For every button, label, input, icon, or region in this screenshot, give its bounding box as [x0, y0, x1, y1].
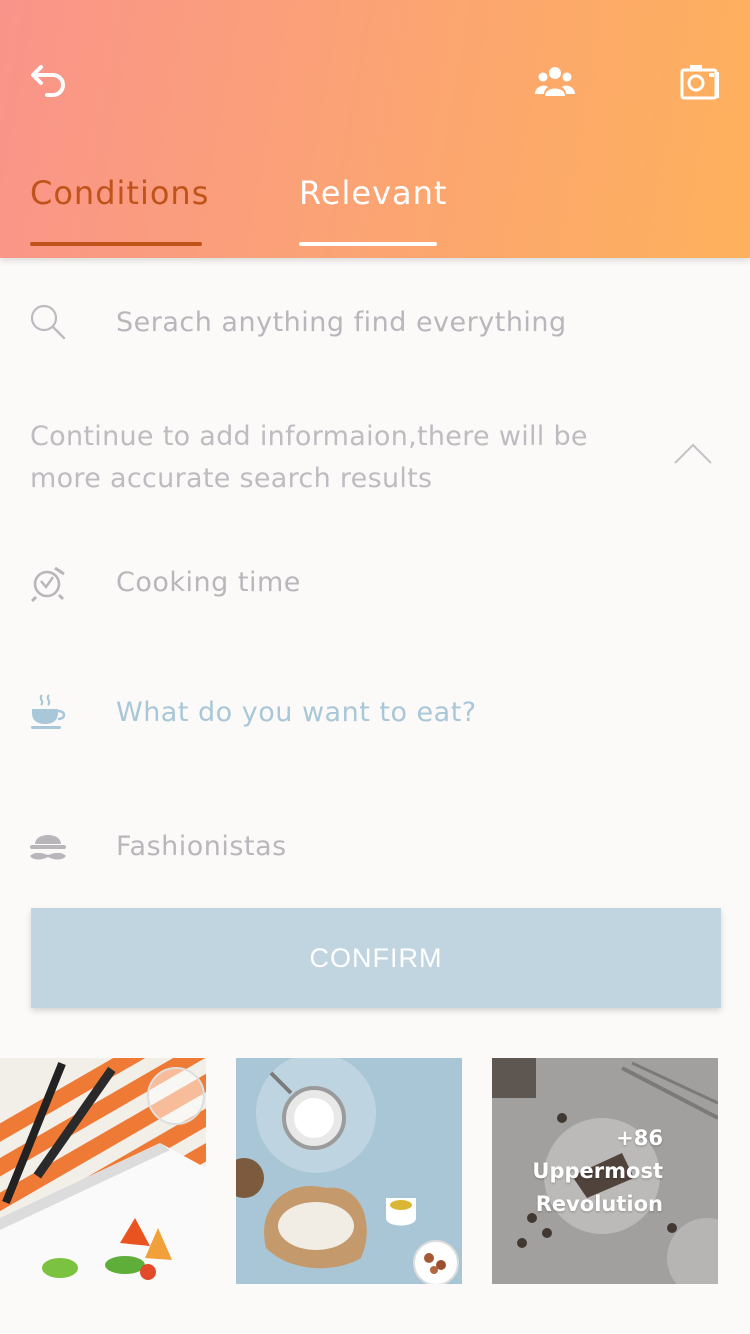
- tab-relevant[interactable]: Relevant: [299, 170, 448, 246]
- search-icon: [28, 302, 68, 342]
- back-arrow-icon[interactable]: [26, 58, 72, 104]
- app-header: Conditions Relevant: [0, 0, 750, 258]
- camera-icon[interactable]: [676, 60, 724, 104]
- filter-cooking-time[interactable]: Cooking time: [0, 558, 750, 606]
- more-count: +86: [616, 1126, 663, 1150]
- tab-underline: [299, 242, 437, 246]
- search-field[interactable]: Serach anything find everything: [0, 300, 750, 344]
- more-photos-overlay: +86 Uppermost Revolution: [532, 1122, 663, 1221]
- chevron-up-icon[interactable]: [672, 436, 714, 470]
- filter-label: Fashionistas: [116, 830, 287, 862]
- gallery-thumbnail[interactable]: [0, 1058, 206, 1284]
- more-caption: Revolution: [535, 1192, 663, 1216]
- stopwatch-icon: [28, 562, 68, 602]
- search-hint-text: Continue to add informaion,there will be…: [30, 421, 588, 494]
- gallery-more-thumbnail[interactable]: +86 Uppermost Revolution: [492, 1058, 718, 1284]
- more-caption: Uppermost: [532, 1159, 663, 1183]
- filter-label: What do you want to eat?: [116, 696, 477, 728]
- gallery-thumbnail[interactable]: [236, 1058, 462, 1284]
- group-icon[interactable]: [532, 60, 578, 104]
- active-tab-underline: [30, 242, 202, 246]
- food-image: [0, 1058, 206, 1284]
- filter-what-to-eat[interactable]: What do you want to eat?: [0, 688, 750, 736]
- search-placeholder[interactable]: Serach anything find everything: [116, 307, 567, 338]
- tab-label: Conditions: [30, 174, 210, 212]
- hat-mustache-icon: [28, 826, 68, 866]
- coffee-cup-icon: [28, 692, 68, 732]
- filter-fashionistas[interactable]: Fashionistas: [0, 822, 750, 870]
- filter-label: Cooking time: [116, 566, 301, 598]
- tab-label: Relevant: [299, 174, 448, 212]
- tab-conditions[interactable]: Conditions: [30, 170, 210, 246]
- baking-image: [236, 1058, 462, 1284]
- confirm-button[interactable]: CONFIRM: [31, 908, 721, 1008]
